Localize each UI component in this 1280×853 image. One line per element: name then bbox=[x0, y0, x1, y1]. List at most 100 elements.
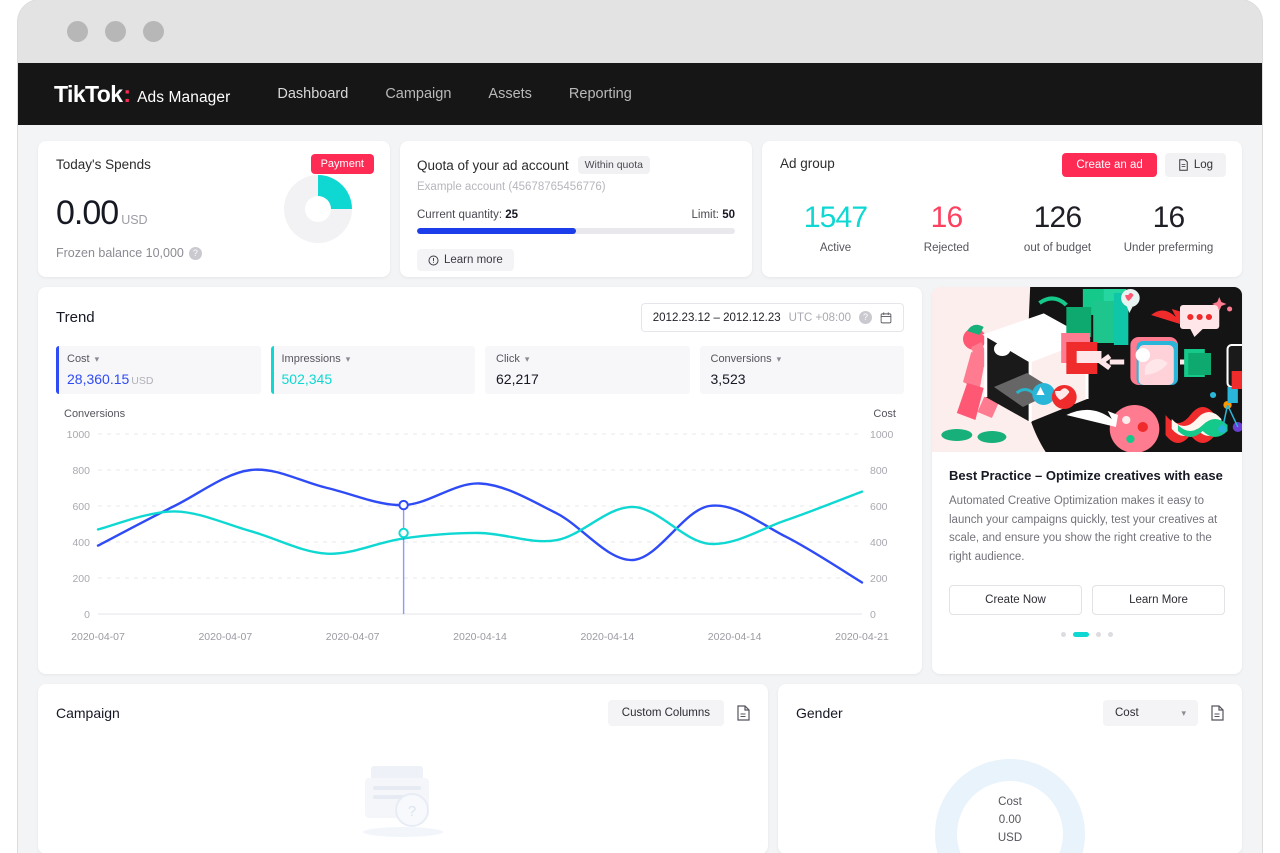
stat-rejected: 16 Rejected bbox=[891, 201, 1002, 254]
stat-rejected-value: 16 bbox=[930, 201, 964, 234]
quota-limit: Limit: 50 bbox=[692, 209, 735, 221]
quota-status-badge: Within quota bbox=[577, 156, 650, 174]
spend-currency: USD bbox=[121, 213, 148, 227]
quota-current-label: Current quantity: bbox=[417, 209, 503, 221]
help-icon[interactable]: ? bbox=[859, 311, 872, 324]
learn-more-button[interactable]: Learn More bbox=[1092, 584, 1225, 615]
promo-title: Best Practice – Optimize creatives with … bbox=[949, 468, 1223, 483]
svg-text:1000: 1000 bbox=[870, 429, 894, 441]
gender-panel: Gender Cost ▾ Cost 0.00 USD bbox=[778, 684, 1242, 853]
promo-description: Automated Creative Optimization makes it… bbox=[949, 495, 1218, 563]
metric-tab-conversions[interactable]: Conversions ▾ 3,523 bbox=[699, 346, 904, 394]
quota-header: Quota of your ad account Within quota bbox=[417, 156, 735, 174]
metric-impressions-label: Impressions bbox=[281, 353, 341, 365]
custom-columns-button[interactable]: Custom Columns bbox=[607, 700, 724, 726]
stat-active-value: 1547 bbox=[803, 201, 868, 234]
brand-colon: : bbox=[123, 80, 132, 107]
stat-out-of-budget: 126 out of budget bbox=[1002, 201, 1113, 254]
nav-item-assets[interactable]: Assets bbox=[488, 86, 532, 102]
campaign-panel: Campaign Custom Columns ? bbox=[38, 684, 768, 853]
metric-tab-click[interactable]: Click ▾ 62,217 bbox=[485, 346, 690, 394]
export-document-icon[interactable] bbox=[1210, 705, 1224, 721]
stat-under-preferming-value: 16 bbox=[1152, 201, 1186, 234]
stat-active-label: Active bbox=[819, 242, 852, 254]
nav-item-campaign[interactable]: Campaign bbox=[385, 86, 451, 102]
metric-tab-impressions[interactable]: Impressions ▾ 502,345 bbox=[270, 346, 475, 394]
svg-text:2020-04-21: 2020-04-21 bbox=[835, 631, 889, 643]
export-document-icon[interactable] bbox=[736, 705, 750, 721]
stat-active: 1547 Active bbox=[780, 201, 891, 254]
document-icon bbox=[1179, 159, 1188, 171]
promo-illustration bbox=[932, 287, 1242, 452]
log-button[interactable]: Log bbox=[1164, 153, 1226, 177]
svg-text:800: 800 bbox=[72, 465, 90, 477]
brand-logo[interactable]: TikTok: Ads Manager bbox=[54, 81, 230, 108]
bottom-panels-row: Campaign Custom Columns ? Gender Cost ▾ … bbox=[38, 684, 1242, 853]
metric-cost-label: Cost bbox=[67, 353, 90, 365]
metric-impressions-value: 502,345 bbox=[281, 371, 333, 387]
log-label: Log bbox=[1193, 159, 1213, 171]
gender-metric-select[interactable]: Cost ▾ bbox=[1103, 700, 1198, 726]
metric-click-label: Click bbox=[496, 353, 520, 365]
gender-donut-chart: Cost 0.00 USD bbox=[778, 734, 1242, 853]
gender-panel-title: Gender bbox=[796, 705, 843, 721]
carousel-dot-active[interactable] bbox=[1073, 631, 1089, 637]
carousel-dot[interactable] bbox=[1061, 631, 1066, 637]
metric-cost-unit: USD bbox=[131, 375, 154, 387]
svg-text:2020-04-14: 2020-04-14 bbox=[580, 631, 634, 643]
campaign-panel-header: Campaign Custom Columns bbox=[56, 700, 750, 726]
todays-spends-card: Today's Spends Payment 0.00 USD Frozen b… bbox=[38, 141, 390, 277]
quota-account-name: Example account (45678765456776) bbox=[417, 181, 606, 193]
ad-group-actions: Create an ad Log bbox=[1062, 153, 1226, 177]
spends-donut-chart bbox=[278, 169, 358, 254]
window-minimize-button[interactable] bbox=[105, 21, 126, 42]
nav-item-reporting[interactable]: Reporting bbox=[569, 86, 632, 102]
promo-body: Best Practice – Optimize creatives with … bbox=[932, 452, 1242, 637]
chevron-down-icon[interactable]: ▾ bbox=[1181, 708, 1186, 719]
brand-name: TikTok bbox=[54, 80, 123, 107]
gender-center-value: 0.00 bbox=[998, 813, 1022, 826]
stat-rejected-label: Rejected bbox=[923, 242, 970, 254]
metric-conversions-label: Conversions bbox=[710, 353, 772, 365]
create-now-button[interactable]: Create Now bbox=[949, 584, 1082, 615]
learn-more-button[interactable]: Learn more bbox=[417, 249, 514, 271]
campaign-panel-title: Campaign bbox=[56, 705, 120, 721]
window-close-button[interactable] bbox=[67, 21, 88, 42]
svg-text:2020-04-07: 2020-04-07 bbox=[326, 631, 380, 643]
quota-progress-bar bbox=[417, 228, 735, 234]
gender-donut-center-label: Cost 0.00 USD bbox=[778, 794, 1242, 847]
chevron-down-icon[interactable]: ▾ bbox=[346, 354, 351, 365]
metric-tab-cost[interactable]: Cost ▾ 28,360.15 USD bbox=[56, 346, 261, 394]
gender-panel-header: Gender Cost ▾ bbox=[796, 700, 1224, 726]
trend-metric-tabs: Cost ▾ 28,360.15 USD Impressions ▾ 502,3… bbox=[56, 346, 904, 394]
timezone-label: UTC +08:00 bbox=[788, 311, 851, 324]
carousel-dot[interactable] bbox=[1096, 631, 1101, 637]
create-an-ad-button[interactable]: Create an ad bbox=[1062, 153, 1157, 177]
metric-conversions-value: 3,523 bbox=[710, 371, 746, 387]
svg-text:2020-04-14: 2020-04-14 bbox=[708, 631, 762, 643]
svg-text:600: 600 bbox=[870, 501, 888, 513]
spend-value: 0.00 bbox=[56, 194, 119, 232]
gender-metric-value: Cost bbox=[1115, 707, 1139, 719]
window-maximize-button[interactable] bbox=[143, 21, 164, 42]
quota-progress-fill bbox=[417, 228, 576, 234]
chevron-down-icon[interactable]: ▾ bbox=[95, 354, 100, 365]
date-range-picker[interactable]: 2012.23.12 – 2012.12.23 UTC +08:00 ? bbox=[640, 303, 904, 332]
summary-cards-row: Today's Spends Payment 0.00 USD Frozen b… bbox=[38, 141, 1242, 277]
metric-impressions-label-row: Impressions ▾ bbox=[282, 353, 465, 365]
carousel-dot[interactable] bbox=[1108, 631, 1113, 637]
svg-text:600: 600 bbox=[72, 501, 90, 513]
metric-click-value: 62,217 bbox=[496, 371, 539, 387]
brand-subtitle: Ads Manager bbox=[137, 88, 231, 106]
chevron-down-icon[interactable]: ▾ bbox=[525, 354, 530, 365]
svg-text:800: 800 bbox=[870, 465, 888, 477]
ad-group-stats: 1547 Active 16 Rejected 126 out of budge… bbox=[780, 201, 1224, 254]
nav-item-dashboard[interactable]: Dashboard bbox=[277, 86, 348, 102]
svg-text:200: 200 bbox=[72, 573, 90, 585]
svg-text:400: 400 bbox=[72, 537, 90, 549]
campaign-empty-state: ? bbox=[38, 756, 768, 853]
chevron-down-icon[interactable]: ▾ bbox=[777, 354, 782, 365]
quota-current-value: 25 bbox=[505, 209, 519, 221]
help-icon[interactable]: ? bbox=[188, 246, 202, 260]
chart-left-axis-title: Conversions bbox=[64, 408, 126, 420]
